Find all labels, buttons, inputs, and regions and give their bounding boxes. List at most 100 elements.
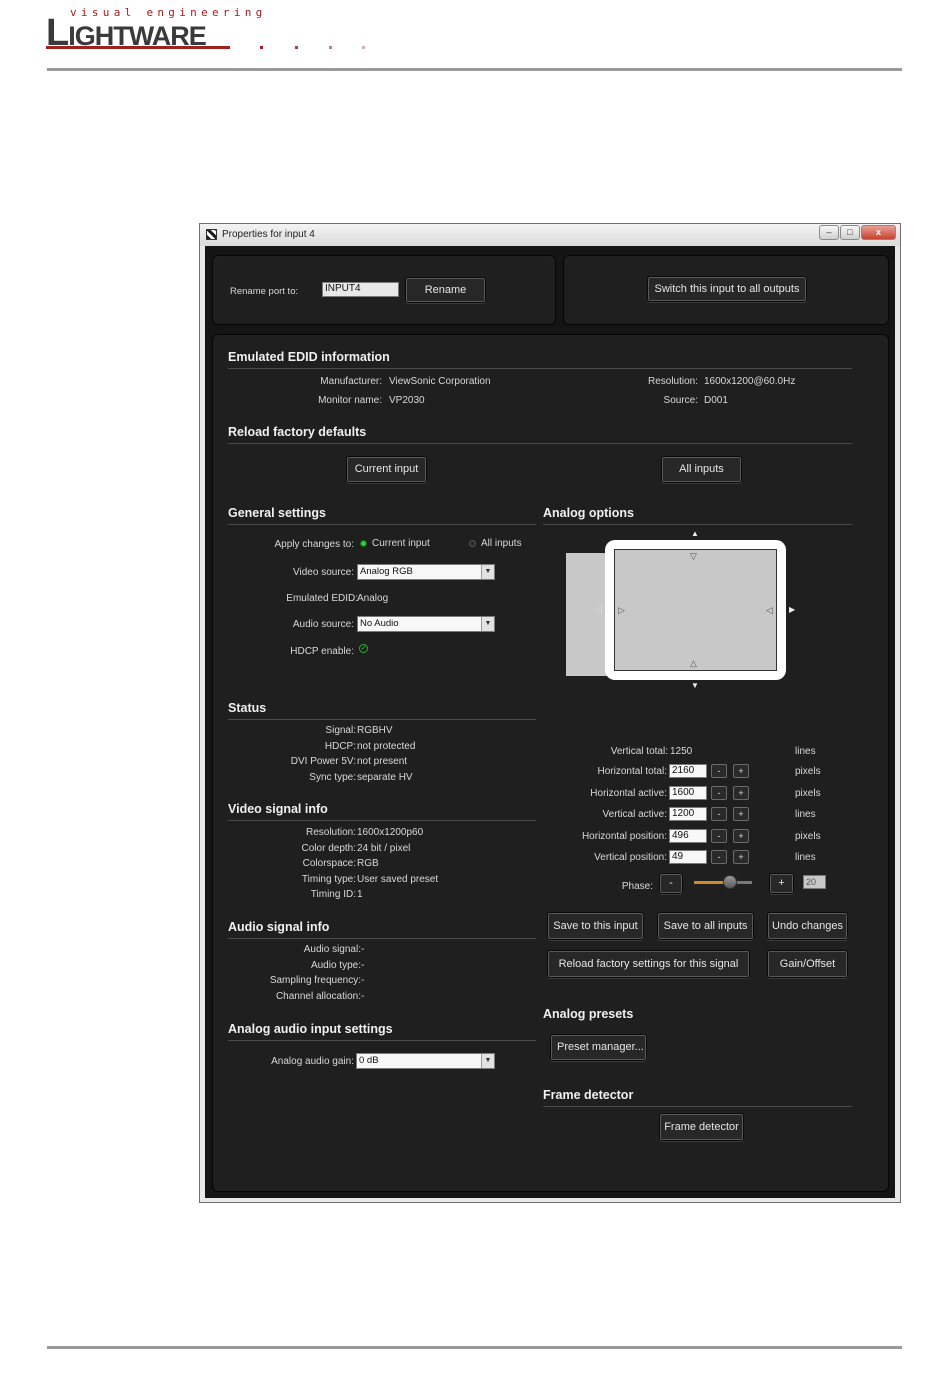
phase-slider-track[interactable]: [694, 875, 752, 889]
audio-info-row-value: -: [361, 990, 365, 1002]
switch-all-outputs-button[interactable]: Switch this input to all outputs: [647, 276, 807, 302]
source-label: Source:: [663, 395, 698, 406]
timing-minus-button[interactable]: -: [711, 850, 727, 864]
timing-plus-button[interactable]: +: [733, 785, 749, 800]
arrow-left-icon[interactable]: ◁: [595, 605, 602, 614]
resolution-value: 1600x1200@60.0Hz: [704, 376, 796, 387]
gain-offset-button[interactable]: Gain/Offset: [767, 950, 848, 978]
video-info-row-value: 24 bit / pixel: [357, 842, 411, 854]
phase-minus-button[interactable]: -: [659, 873, 683, 894]
hdcp-enable-checkbox[interactable]: ✓: [359, 644, 368, 653]
reload-factory-settings-button[interactable]: Reload factory settings for this signal: [547, 950, 750, 978]
timing-label: Horizontal position:: [581, 830, 667, 842]
source-value: D001: [704, 395, 728, 406]
video-source-select[interactable]: Analog RGB ▼: [357, 564, 495, 580]
vertical-total-label: Vertical total:: [610, 746, 668, 757]
emulated-edid-value: Analog: [357, 593, 389, 604]
arrow-right-icon[interactable]: ▶: [789, 606, 795, 614]
undo-changes-button[interactable]: Undo changes: [767, 912, 848, 940]
analog-audio-separator: [228, 1040, 536, 1041]
timing-minus-button[interactable]: -: [711, 828, 727, 843]
status-row-label: DVI Power 5V:: [290, 756, 356, 767]
video-info-row-value: User saved preset: [357, 873, 439, 885]
edid-heading: Emulated EDID information: [228, 350, 390, 364]
audio-source-select[interactable]: No Audio ▼: [357, 616, 495, 632]
video-info-heading: Video signal info: [228, 802, 328, 816]
edid-separator: [228, 368, 852, 369]
timing-unit: pixels: [795, 766, 821, 777]
reload-heading: Reload factory defaults: [228, 425, 367, 439]
window-client: Rename port to: INPUT4 Rename Switch thi…: [205, 246, 895, 1198]
timing-minus-button[interactable]: -: [711, 807, 727, 821]
chevron-down-icon: ▼: [481, 617, 494, 631]
arrow-left-icon[interactable]: ◁: [766, 606, 773, 615]
preset-manager-button[interactable]: Preset manager...: [550, 1034, 647, 1061]
phase-value-field: 20: [803, 875, 826, 889]
maximize-button[interactable]: □: [840, 225, 860, 240]
close-button[interactable]: x: [861, 225, 896, 240]
reload-all-inputs-button[interactable]: All inputs: [661, 456, 742, 483]
save-to-this-input-button[interactable]: Save to this input: [547, 912, 644, 940]
analog-presets-heading: Analog presets: [543, 1007, 634, 1021]
arrow-up-icon[interactable]: ▲: [691, 530, 699, 538]
arrow-down-icon[interactable]: ▽: [690, 552, 697, 561]
frame-detector-heading: Frame detector: [543, 1088, 634, 1102]
chevron-down-icon: ▼: [481, 565, 494, 579]
audio-info-separator: [228, 938, 536, 939]
video-info-row-value: 1600x1200p60: [357, 827, 424, 838]
rename-input[interactable]: INPUT4: [322, 282, 399, 297]
timing-value-input[interactable]: 2160: [669, 764, 707, 778]
general-heading: General settings: [228, 506, 326, 520]
timing-minus-button[interactable]: -: [711, 785, 727, 800]
switch-panel: Switch this input to all outputs: [563, 255, 889, 325]
status-row-label: Signal:: [325, 725, 356, 736]
status-row-value: not protected: [357, 740, 416, 752]
video-source-value: Analog RGB: [360, 566, 413, 577]
video-info-separator: [228, 820, 536, 821]
analog-audio-heading: Analog audio input settings: [228, 1022, 393, 1036]
timing-value-input[interactable]: 496: [669, 828, 707, 843]
phase-plus-button[interactable]: +: [769, 873, 794, 894]
frame-detector-button[interactable]: Frame detector: [659, 1113, 744, 1141]
timing-value-input[interactable]: 1600: [669, 785, 707, 800]
phase-slider-thumb[interactable]: [722, 875, 737, 889]
status-row-value: RGBHV: [357, 725, 393, 736]
apply-current-radio[interactable]: [360, 540, 367, 547]
arrow-up-icon[interactable]: △: [690, 659, 697, 668]
audio-source-value: No Audio: [360, 618, 399, 629]
analog-gain-label: Analog audio gain:: [271, 1056, 354, 1067]
phase-label: Phase:: [621, 881, 653, 892]
manufacturer-value: ViewSonic Corporation: [389, 376, 491, 387]
timing-value-input[interactable]: 49: [669, 850, 707, 864]
timing-plus-button[interactable]: +: [733, 828, 749, 843]
reload-current-input-button[interactable]: Current input: [346, 456, 427, 483]
save-to-all-inputs-button[interactable]: Save to all inputs: [657, 912, 754, 940]
video-info-row-label: Timing ID:: [310, 889, 356, 900]
timing-minus-button[interactable]: -: [711, 764, 727, 778]
timing-plus-button[interactable]: +: [733, 764, 749, 778]
apply-current-label: Current input: [372, 538, 430, 549]
analog-gain-select[interactable]: 0 dB ▼: [356, 1053, 495, 1069]
analog-gain-value: 0 dB: [359, 1055, 379, 1066]
position-diagram-active-area: ▽ △ ▷ ◁: [614, 549, 777, 671]
window-title: Properties for input 4: [222, 229, 315, 240]
title-bar[interactable]: Properties for input 4 – □ x: [200, 224, 900, 246]
timing-plus-button[interactable]: +: [733, 850, 749, 864]
timing-plus-button[interactable]: +: [733, 807, 749, 821]
rename-button[interactable]: Rename: [405, 277, 486, 303]
arrow-down-icon[interactable]: ▼: [691, 682, 699, 690]
audio-info-heading: Audio signal info: [228, 920, 330, 934]
arrow-right-icon[interactable]: ▷: [618, 606, 625, 615]
minimize-button[interactable]: –: [819, 225, 839, 240]
apply-all-label: All inputs: [481, 538, 522, 549]
apply-all-radio[interactable]: [469, 540, 476, 547]
status-row-label: HDCP:: [324, 740, 356, 752]
position-diagram-left-strip: [566, 553, 607, 676]
chevron-down-icon: ▼: [481, 1054, 494, 1068]
app-icon: [206, 229, 217, 240]
timing-unit: lines: [795, 809, 816, 820]
audio-info-row-value: -: [361, 944, 365, 955]
monitor-name-value: VP2030: [389, 395, 425, 406]
timing-value-input[interactable]: 1200: [669, 807, 707, 821]
header-rule: [47, 68, 902, 71]
